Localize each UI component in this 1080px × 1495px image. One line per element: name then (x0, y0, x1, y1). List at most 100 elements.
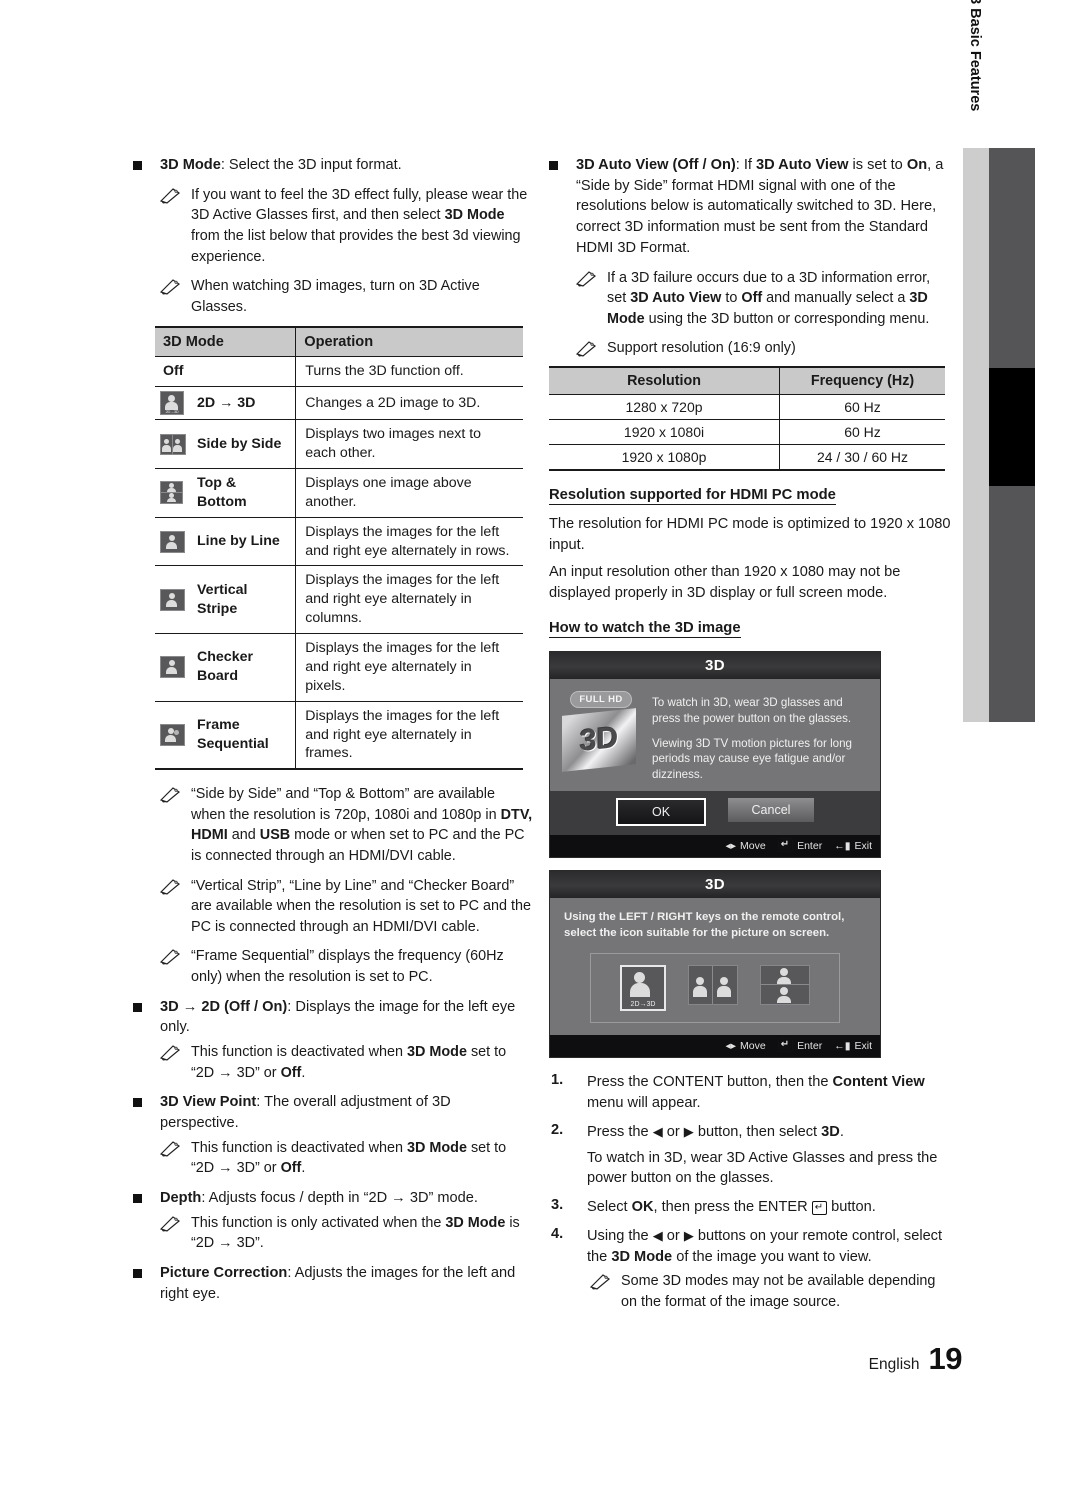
table-row: Top & Bottom Displays one image above an… (155, 468, 523, 518)
step-2-extra-text: To watch in 3D, wear 3D Active Glasses a… (587, 1149, 938, 1187)
note-view-point-deactivated: This function is deactivated when 3D Mod… (133, 1138, 533, 1179)
cell-frequency: 60 Hz (779, 394, 945, 420)
line-by-line-icon (155, 517, 193, 567)
bullet-depth: Depth: Adjusts focus / depth in “2D → 3D… (133, 1188, 533, 1209)
note-turn-on-glasses: When watching 3D images, turn on 3D Acti… (133, 276, 533, 317)
cell-operation: Turns the 3D function off. (295, 356, 523, 388)
bullet-picture-correction: Picture Correction: Adjusts the images f… (133, 1263, 533, 1304)
right-column: 3D Auto View (Off / On): If 3D Auto View… (549, 155, 951, 1321)
cancel-button[interactable]: Cancel (728, 798, 814, 823)
page-footer: English 19 (869, 1341, 963, 1377)
step-number: 1. (551, 1072, 564, 1089)
note-modes-availability: Some 3D modes may not be available depen… (549, 1271, 951, 1312)
step-4: 4. Using the ◀ or ▶ buttons on your remo… (551, 1225, 943, 1265)
pencil-note-icon (159, 187, 183, 204)
cell-operation: Displays two images next to each other. (295, 419, 523, 469)
th-resolution: Resolution (549, 365, 780, 395)
side-by-side-icon (155, 419, 193, 469)
left-column: 3D Mode: Select the 3D input format. If … (133, 155, 533, 1313)
cell-mode: 2D → 3D (193, 386, 297, 421)
pencil-note-icon (159, 878, 183, 895)
step-3: 3. Select OK, then press the ENTER ↵ but… (551, 1197, 876, 1216)
cell-resolution: 1280 x 720p (549, 394, 780, 420)
tv-screen-title: 3D (550, 871, 880, 899)
cell-frequency: 60 Hz (779, 419, 945, 445)
cell-operation: Displays the images for the left and rig… (295, 565, 523, 635)
cell-mode: Top & Bottom (193, 468, 297, 518)
bullet-3d-auto-view: 3D Auto View (Off / On): If 3D Auto View… (549, 155, 951, 259)
enter-key-icon: ↵ (777, 1038, 794, 1053)
table-row: Off Turns the 3D function off. (155, 356, 523, 388)
th-frequency: Frequency (Hz) (779, 365, 945, 395)
side-tab-label: 03 Basic Features (967, 0, 983, 112)
hint-enter: ↵ Enter (777, 1038, 822, 1053)
table-row: 1280 x 720p 60 Hz (549, 394, 945, 420)
note-vertical-strip-availability: “Vertical Strip”, “Line by Line” and “Ch… (133, 876, 533, 938)
tv-screen-body: Using the LEFT / RIGHT keys on the remot… (550, 898, 880, 1036)
note-support-resolution: Support resolution (16:9 only) (549, 338, 951, 359)
3d-mode-table: 3D Mode Operation Off Turns the 3D funct… (155, 326, 523, 771)
th-3d-mode: 3D Mode (155, 326, 297, 358)
tv-screen-3d-mode-select: 3D Using the LEFT / RIGHT keys on the re… (549, 870, 881, 1059)
pencil-note-icon (159, 1215, 183, 1232)
cell-operation: Changes a 2D image to 3D. (295, 386, 523, 421)
ok-button[interactable]: OK (616, 798, 706, 827)
manual-page: 3D Mode: Select the 3D input format. If … (0, 0, 1080, 1495)
table-row: Side by Side Displays two images next to… (155, 419, 523, 469)
note-sbs-tb-availability: “Side by Side” and “Top & Bottom” are av… (133, 784, 533, 866)
step-1: 1. Press the CONTENT button, then the Co… (551, 1072, 925, 1112)
pencil-note-icon (159, 278, 183, 295)
2d-to-3d-icon: 2D→3D (155, 386, 193, 421)
cell-operation: Displays the images for the left and rig… (295, 701, 523, 771)
mode-icon-chooser: 2D→3D (590, 953, 840, 1024)
pencil-note-icon (575, 340, 599, 358)
mode-icon-2d-to-3d[interactable]: 2D→3D (620, 965, 666, 1012)
pencil-note-icon (575, 270, 599, 287)
note-wear-glasses: If you want to feel the 3D effect fully,… (133, 185, 533, 267)
pencil-note-icon (159, 1044, 183, 1061)
pencil-note-icon (159, 948, 183, 966)
tv-warning-line-1: To watch in 3D, wear 3D glasses and pres… (652, 695, 852, 725)
hint-enter: ↵ Enter (777, 838, 822, 853)
tv-screen-3d-warning: 3D FULL HD 3D To watch in 3D, wear 3D gl… (549, 650, 881, 859)
cell-resolution: 1920 x 1080p (549, 444, 780, 471)
note-text: Support resolution (16:9 only) (607, 340, 796, 357)
tv-button-row: OK Cancel (550, 791, 880, 836)
hint-exit: ←▮ Exit (834, 840, 872, 853)
bullet-3d-to-2d: 3D → 2D (Off / On): Displays the image f… (133, 997, 533, 1038)
table-row: 1920 x 1080i 60 Hz (549, 419, 945, 445)
enter-key-icon: ↵ (811, 1201, 828, 1216)
square-bullet-icon (133, 1268, 142, 1278)
left-arrow-icon: ◀ (652, 1123, 663, 1139)
bullet-3d-view-point: 3D View Point: The overall adjustment of… (133, 1092, 533, 1133)
note-text: “Frame Sequential” displays the frequenc… (191, 948, 504, 986)
table-header-row: 3D Mode Operation (155, 326, 523, 358)
tv-footer-hints: ◂▸ Move ↵ Enter ←▮ Exit (550, 835, 880, 858)
term-3d-mode: 3D Mode (160, 157, 221, 173)
exit-key-icon: ←▮ (834, 1040, 851, 1053)
cell-operation: Displays one image above another. (295, 468, 523, 518)
heading-hdmi-pc-resolution: Resolution supported for HDMI PC mode (549, 486, 836, 505)
note-text: When watching 3D images, turn on 3D Acti… (191, 278, 480, 315)
tv-warning-line-2: Viewing 3D TV motion pictures for long p… (652, 736, 852, 782)
tv-screen-title: 3D (550, 651, 880, 679)
vertical-stripe-icon (155, 565, 193, 635)
pc-paragraph-2: An input resolution other than 1920 x 10… (549, 564, 901, 602)
side-bar-current-chapter (989, 368, 1035, 486)
mode-icon-side-by-side[interactable] (688, 965, 738, 1006)
step-number: 3. (551, 1197, 564, 1214)
cell-mode: Frame Sequential (193, 701, 297, 771)
square-bullet-icon (549, 161, 558, 170)
tv-footer-hints: ◂▸ Move ↵ Enter ←▮ Exit (550, 1035, 880, 1058)
3d-logo: 3D (562, 707, 636, 772)
tv-screen-body: FULL HD 3D To watch in 3D, wear 3D glass… (550, 678, 880, 792)
term-picture-correction: Picture Correction (160, 1264, 288, 1281)
table-row: Checker Board Displays the images for th… (155, 633, 523, 702)
enter-key-icon: ↵ (777, 838, 794, 853)
mode-icon-top-and-bottom[interactable] (760, 965, 810, 1006)
tv-instruction-line-2: select the icon suitable for the picture… (564, 926, 830, 939)
pc-paragraph-1: The resolution for HDMI PC mode is optim… (549, 515, 951, 553)
table-row: 1920 x 1080p 24 / 30 / 60 Hz (549, 444, 945, 471)
table-row: Frame Sequential Displays the images for… (155, 701, 523, 771)
left-arrow-icon: ◀ (652, 1227, 663, 1243)
